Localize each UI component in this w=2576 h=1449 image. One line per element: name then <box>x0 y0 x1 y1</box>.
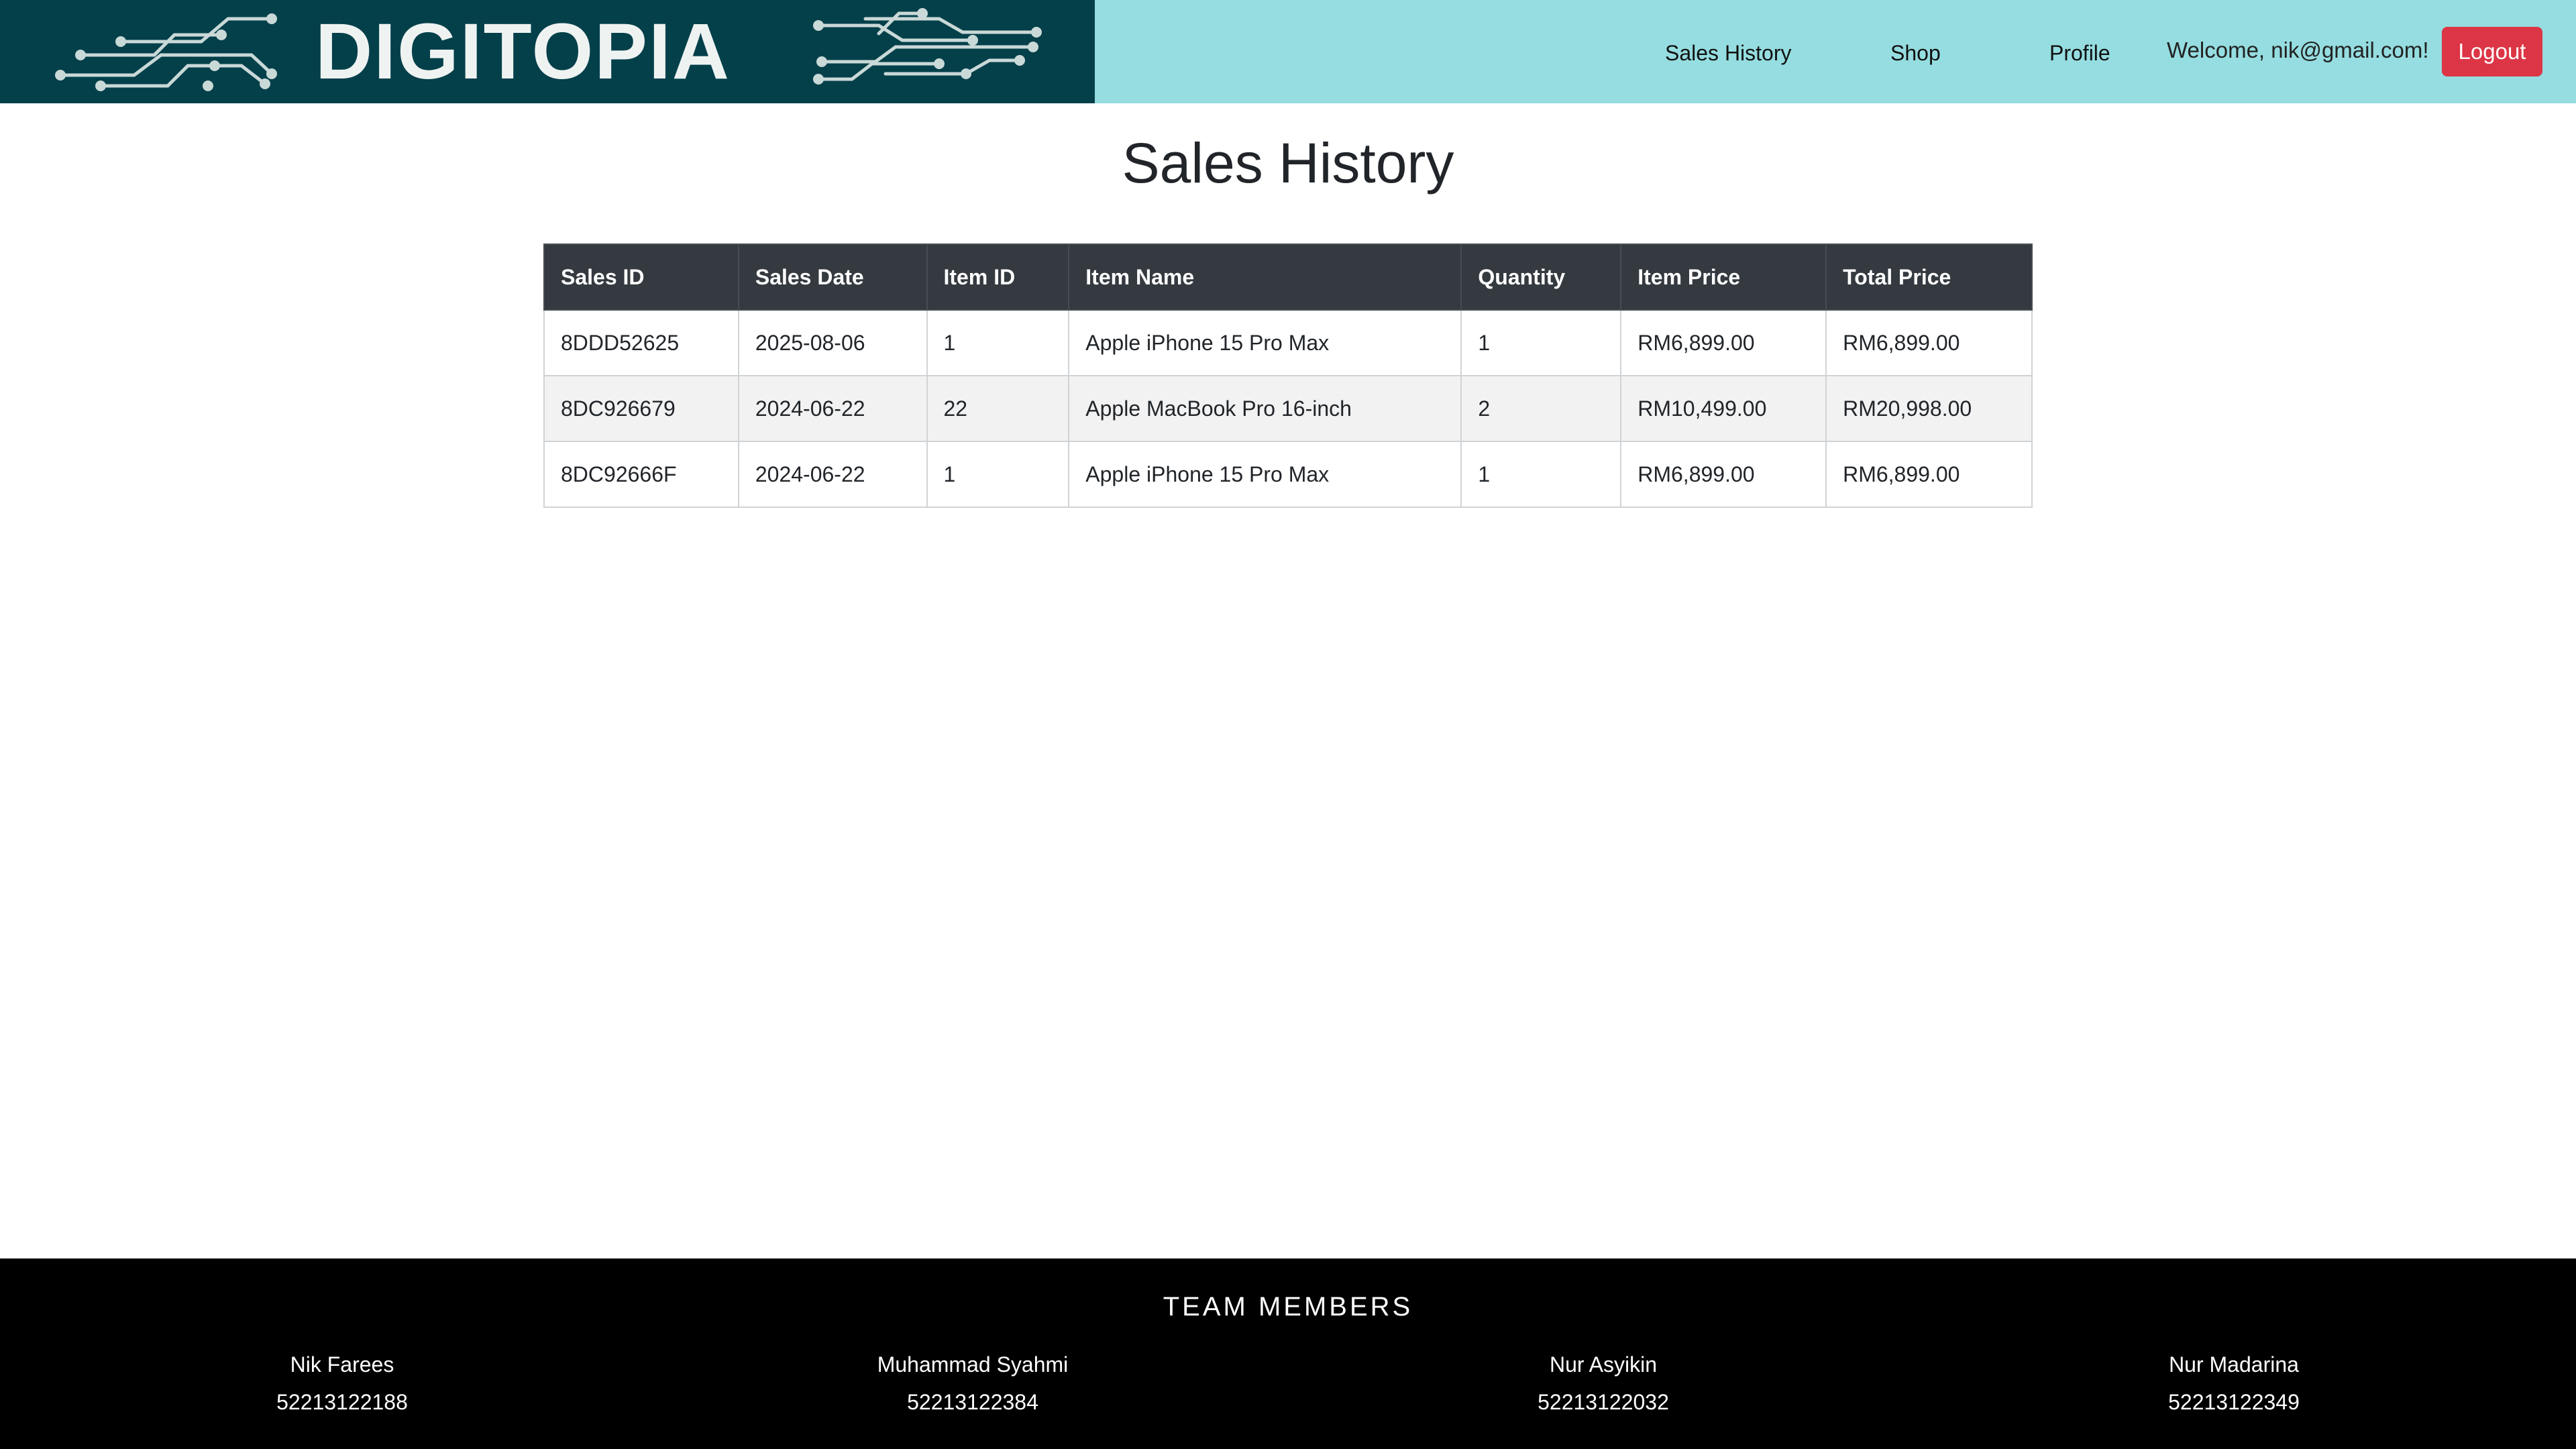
logout-button[interactable]: Logout <box>2442 27 2542 76</box>
cell-total-price: RM6,899.00 <box>1825 441 2033 508</box>
welcome-message: Welcome, nik@gmail.com! <box>2167 38 2429 62</box>
cell-item-price: RM6,899.00 <box>1620 441 1827 508</box>
nav-sales-history[interactable]: Sales History <box>1665 0 1792 103</box>
top-navbar: DIGITOPIA Sales History Shop Profile Wel… <box>0 0 2576 103</box>
cell-sales-date: 2025-08-06 <box>737 309 928 376</box>
member-name: Muhammad Syahmi <box>877 1352 1069 1377</box>
member-id: 52213122349 <box>2168 1390 2300 1414</box>
table-row: 8DDD52625 2025-08-06 1 Apple iPhone 15 P… <box>543 309 2033 376</box>
header-total-price: Total Price <box>1825 244 2033 311</box>
member-name: Nur Madarina <box>2169 1352 2299 1377</box>
header-quantity: Quantity <box>1460 244 1622 311</box>
member-name: Nur Asyikin <box>1549 1352 1658 1377</box>
cell-quantity: 1 <box>1460 441 1622 508</box>
team-member: Muhammad Syahmi 52213122384 <box>771 1346 1174 1421</box>
table-header-row: Sales ID Sales Date Item ID Item Name Qu… <box>543 244 2033 311</box>
member-name: Nik Farees <box>290 1352 394 1377</box>
page-title: Sales History <box>1122 131 1454 195</box>
nav-shop[interactable]: Shop <box>1890 0 1941 103</box>
nav-profile[interactable]: Profile <box>2049 0 2110 103</box>
cell-item-name: Apple iPhone 15 Pro Max <box>1068 309 1462 376</box>
header-item-price: Item Price <box>1620 244 1827 311</box>
cell-sales-id: 8DDD52625 <box>543 309 739 376</box>
cell-sales-date: 2024-06-22 <box>737 375 928 442</box>
header-item-name: Item Name <box>1068 244 1462 311</box>
header-sales-date: Sales Date <box>737 244 928 311</box>
table-row: 8DC92666F 2024-06-22 1 Apple iPhone 15 P… <box>543 441 2033 508</box>
cell-item-id: 22 <box>926 375 1070 442</box>
cell-item-name: Apple MacBook Pro 16-inch <box>1068 375 1462 442</box>
member-id: 52213122384 <box>907 1390 1038 1414</box>
cell-item-id: 1 <box>926 441 1070 508</box>
brand-logo[interactable]: DIGITOPIA <box>0 0 1095 103</box>
sales-history-table: Sales ID Sales Date Item ID Item Name Qu… <box>543 244 2033 508</box>
footer-title: TEAM MEMBERS <box>1163 1292 1413 1322</box>
header-sales-id: Sales ID <box>543 244 739 311</box>
team-member: Nur Madarina 52213122349 <box>2033 1346 2435 1421</box>
team-member: Nur Asyikin 52213122032 <box>1402 1346 1805 1421</box>
cell-total-price: RM20,998.00 <box>1825 375 2033 442</box>
cell-sales-date: 2024-06-22 <box>737 441 928 508</box>
team-member: Nik Farees 52213122188 <box>141 1346 543 1421</box>
cell-quantity: 2 <box>1460 375 1622 442</box>
cell-sales-id: 8DC926679 <box>543 375 739 442</box>
cell-item-name: Apple iPhone 15 Pro Max <box>1068 441 1462 508</box>
brand-name: DIGITOPIA <box>315 7 731 96</box>
cell-item-price: RM6,899.00 <box>1620 309 1827 376</box>
cell-sales-id: 8DC92666F <box>543 441 739 508</box>
cell-total-price: RM6,899.00 <box>1825 309 2033 376</box>
cell-item-price: RM10,499.00 <box>1620 375 1827 442</box>
footer: TEAM MEMBERS Nik Farees 52213122188 Muha… <box>0 1258 2576 1449</box>
table-row: 8DC926679 2024-06-22 22 Apple MacBook Pr… <box>543 375 2033 442</box>
cell-quantity: 1 <box>1460 309 1622 376</box>
member-id: 52213122188 <box>276 1390 408 1414</box>
cell-item-id: 1 <box>926 309 1070 376</box>
member-id: 52213122032 <box>1538 1390 1669 1414</box>
header-item-id: Item ID <box>926 244 1070 311</box>
